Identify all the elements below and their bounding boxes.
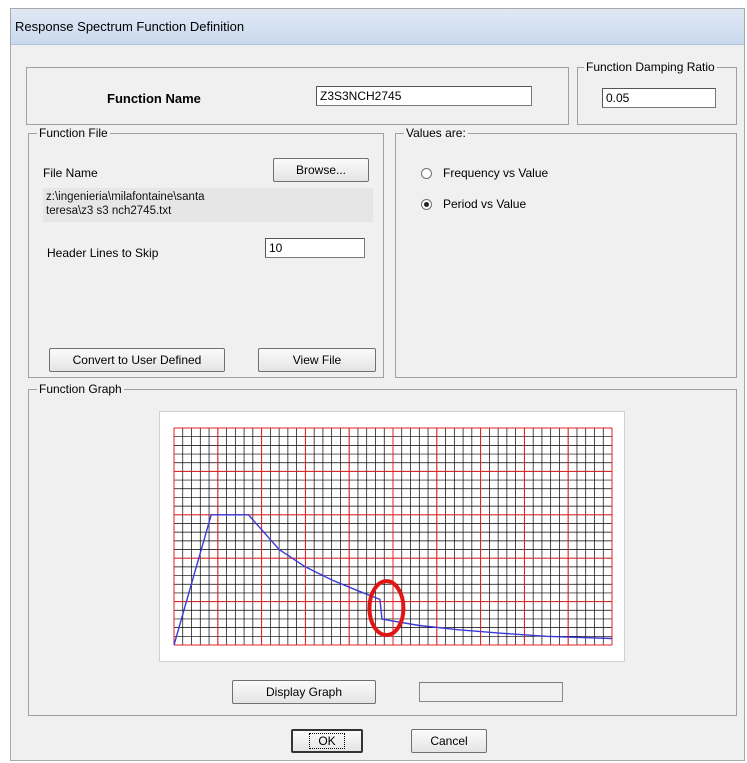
damping-group: Function Damping Ratio 0.05 bbox=[577, 60, 737, 125]
damping-ratio-input[interactable]: 0.05 bbox=[602, 88, 716, 108]
function-graph-group: Function Graph Display Graph bbox=[28, 382, 737, 716]
response-spectrum-dialog: Response Spectrum Function Definition Fu… bbox=[10, 8, 745, 761]
frequency-vs-value-radio[interactable] bbox=[421, 168, 432, 179]
highlight-circle bbox=[367, 579, 406, 638]
header-lines-label: Header Lines to Skip bbox=[47, 246, 159, 260]
function-file-group: Function File File Name Browse... z:\ing… bbox=[28, 126, 384, 378]
display-graph-button[interactable]: Display Graph bbox=[232, 680, 376, 704]
function-graph-svg bbox=[173, 427, 613, 646]
view-file-button[interactable]: View File bbox=[258, 348, 376, 372]
values-are-group-label: Values are: bbox=[404, 126, 468, 140]
title-bar: Response Spectrum Function Definition bbox=[11, 9, 744, 45]
file-path-line-2: teresa\z3 s3 nch2745.txt bbox=[46, 205, 172, 217]
frequency-vs-value-label[interactable]: Frequency vs Value bbox=[443, 166, 548, 180]
function-graph-group-label: Function Graph bbox=[37, 382, 124, 396]
function-graph-plot bbox=[159, 411, 625, 662]
ok-button-label: OK bbox=[309, 733, 345, 749]
damping-group-label: Function Damping Ratio bbox=[584, 60, 717, 74]
function-file-group-label: Function File bbox=[37, 126, 110, 140]
cancel-button[interactable]: Cancel bbox=[411, 729, 487, 753]
file-name-label: File Name bbox=[43, 166, 98, 180]
period-vs-value-label[interactable]: Period vs Value bbox=[443, 197, 526, 211]
window-title: Response Spectrum Function Definition bbox=[15, 19, 245, 34]
ok-button[interactable]: OK bbox=[291, 729, 363, 753]
values-are-group: Values are: Frequency vs Value Period vs… bbox=[395, 126, 737, 378]
function-name-group: Function Name Z3S3NCH2745 bbox=[26, 67, 569, 125]
file-path-line-1: z:\ingenieria\milafontaine\santa bbox=[46, 191, 205, 203]
file-path-display: z:\ingenieria\milafontaine\santa teresa\… bbox=[43, 188, 373, 222]
browse-button[interactable]: Browse... bbox=[273, 158, 369, 182]
convert-to-user-defined-button[interactable]: Convert to User Defined bbox=[49, 348, 225, 372]
graph-status-field bbox=[419, 682, 563, 702]
function-name-label: Function Name bbox=[107, 91, 201, 106]
period-vs-value-radio[interactable] bbox=[421, 199, 432, 210]
header-lines-input[interactable]: 10 bbox=[265, 238, 365, 258]
function-name-input[interactable]: Z3S3NCH2745 bbox=[316, 86, 532, 106]
